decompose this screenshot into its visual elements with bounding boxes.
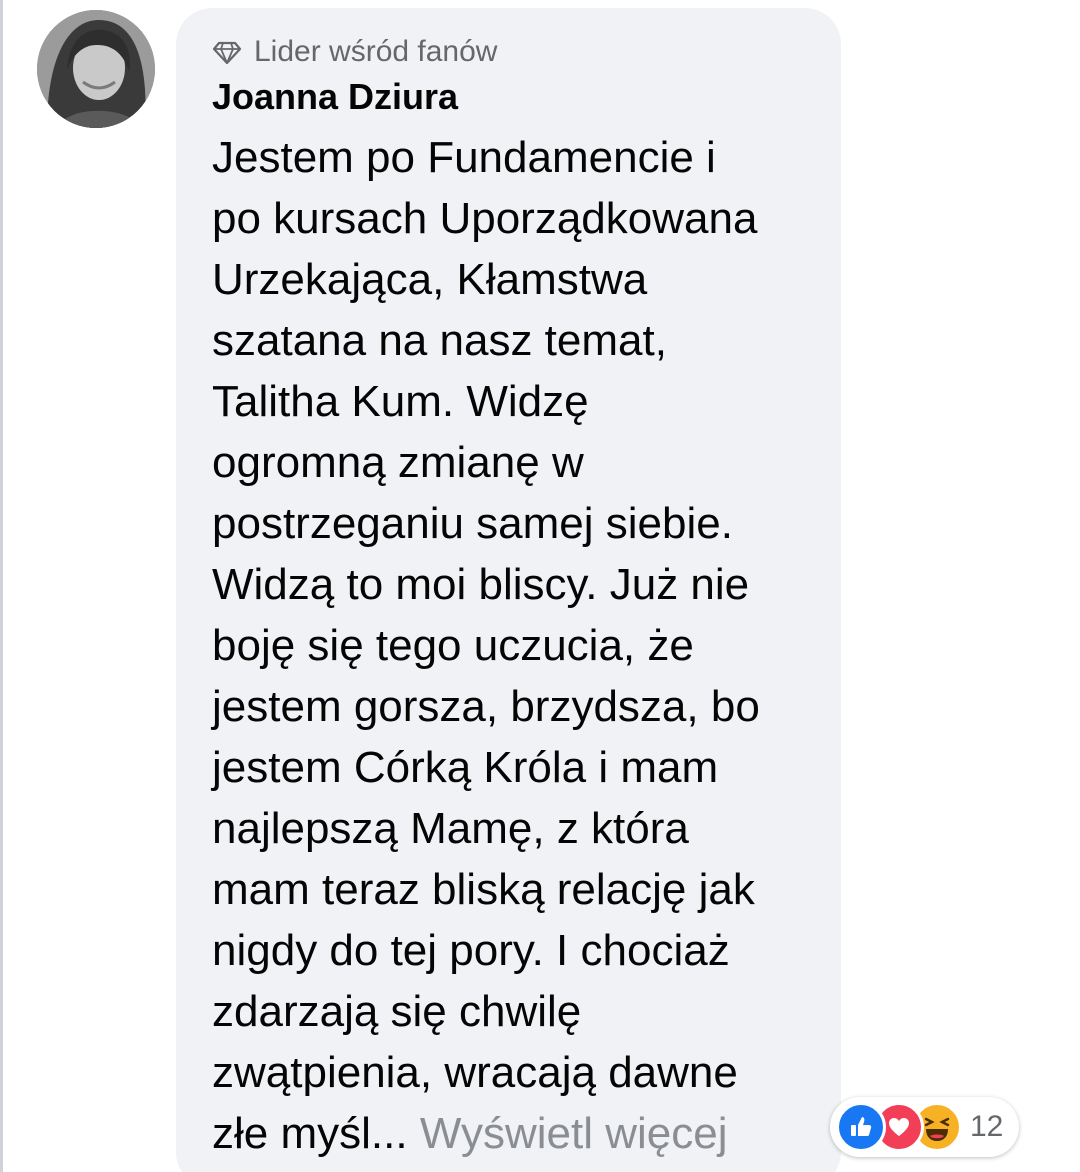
avatar[interactable] — [37, 10, 155, 128]
thread-line — [0, 0, 3, 1172]
see-more-link[interactable]: Wyświetl więcej — [420, 1109, 728, 1158]
truncated-text: złe myśl... — [212, 1109, 408, 1158]
comment-line: postrzeganiu samej siebie. — [212, 499, 733, 548]
badge-label: Lider wśród fanów — [254, 35, 498, 68]
comment-line: boję się tego uczucia, że — [212, 621, 694, 670]
comment-line: po kursach Uporządkowana — [212, 194, 758, 243]
comment-line: zdarzają się chwilę — [212, 987, 582, 1036]
reaction-count: 12 — [970, 1110, 1004, 1143]
comment-line: jestem gorsza, brzydsza, bo — [212, 682, 760, 731]
comment-line: Jestem po Fundamencie i — [212, 133, 716, 182]
comment-line: zwątpienia, wracają dawne — [212, 1048, 738, 1097]
avatar-photo — [37, 10, 155, 128]
comment-text: Jestem po Fundamencie i po kursach Uporz… — [212, 127, 822, 1164]
comment-line: najlepszą Mamę, z która — [212, 804, 689, 853]
comment-line: mam teraz bliską relację jak — [212, 865, 755, 914]
comment-line: jestem Córką Króla i mam — [212, 743, 719, 792]
comment-line: nigdy do tej pory. I chociaż — [212, 926, 730, 975]
fan-badge: Lider wśród fanów — [212, 34, 497, 70]
comment-line: Talitha Kum. Widzę — [212, 377, 589, 426]
comment-last-line: złe myśl... Wyświetl więcej — [212, 1103, 822, 1164]
like-icon — [836, 1102, 886, 1152]
comment-screen: Lider wśród fanów Joanna Dziura Jestem p… — [0, 0, 1080, 1172]
comment-line: Widzą to moi bliscy. Już nie — [212, 560, 750, 609]
comment-line: ogromną zmianę w — [212, 438, 584, 487]
author-name[interactable]: Joanna Dziura — [212, 76, 458, 118]
comment-line: szatana na nasz temat, — [212, 316, 667, 365]
diamond-icon — [212, 37, 242, 67]
comment-line: Urzekająca, Kłamstwa — [212, 255, 648, 304]
reactions-summary[interactable]: 12 — [830, 1097, 1020, 1157]
